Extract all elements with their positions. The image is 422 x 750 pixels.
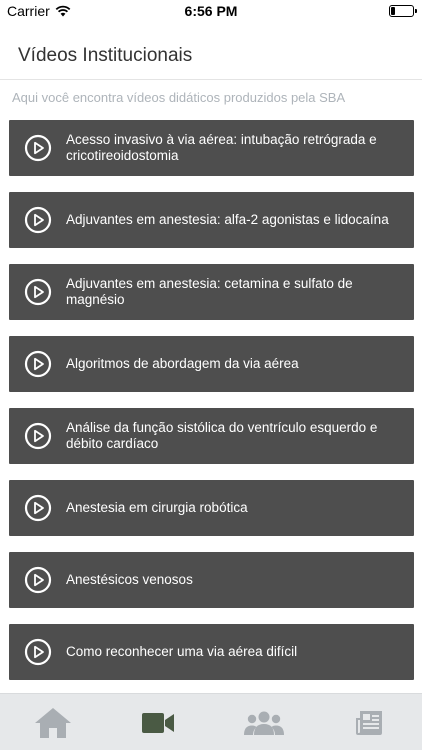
video-item[interactable]: Adjuvantes em anestesia: alfa-2 agonista… — [9, 192, 414, 248]
video-item[interactable]: Adjuvantes em anestesia: cetamina e sulf… — [9, 264, 414, 320]
video-item[interactable]: Algoritmos de abordagem da via aérea — [9, 336, 414, 392]
video-item[interactable]: Análise da função sistólica do ventrícul… — [9, 408, 414, 464]
nav-header: Vídeos Institucionais — [0, 22, 422, 80]
play-circle-icon — [24, 422, 52, 450]
tab-news[interactable] — [317, 694, 422, 750]
tab-videos[interactable] — [106, 694, 212, 750]
play-circle-icon — [24, 278, 52, 306]
video-list: Acesso invasivo à via aérea: intubação r… — [9, 120, 414, 696]
video-item[interactable]: Como reconhecer uma via aérea difícil — [9, 624, 414, 680]
status-bar: Carrier 6:56 PM — [0, 0, 422, 22]
video-title: Anestésicos venosos — [66, 572, 193, 587]
video-title: Adjuvantes em anestesia: cetamina e sulf… — [66, 276, 353, 307]
video-title: Como reconhecer uma via aérea difícil — [66, 644, 298, 659]
video-item[interactable]: Acesso invasivo à via aérea: intubação r… — [9, 120, 414, 176]
video-title: Adjuvantes em anestesia: alfa-2 agonista… — [66, 212, 389, 227]
play-circle-icon — [24, 494, 52, 522]
video-title: Análise da função sistólica do ventrícul… — [66, 420, 378, 451]
play-circle-icon — [24, 134, 52, 162]
video-item[interactable]: Anestésicos venosos — [9, 552, 414, 608]
play-circle-icon — [24, 638, 52, 666]
battery-fill — [391, 7, 396, 15]
video-title: Anestesia em cirurgia robótica — [66, 500, 248, 515]
video-camera-icon — [142, 712, 175, 733]
newspaper-icon — [356, 710, 383, 735]
page-title: Vídeos Institucionais — [18, 45, 193, 66]
tab-bar — [0, 693, 422, 750]
play-circle-icon — [24, 566, 52, 594]
group-icon — [243, 711, 284, 735]
home-icon — [34, 707, 71, 738]
battery-icon — [389, 5, 417, 17]
tab-community[interactable] — [211, 694, 317, 750]
status-time: 6:56 PM — [184, 3, 238, 19]
play-circle-icon — [24, 350, 52, 378]
play-circle-icon — [24, 206, 52, 234]
video-title: Acesso invasivo à via aérea: intubação r… — [66, 132, 377, 163]
video-title: Algoritmos de abordagem da via aérea — [66, 356, 299, 371]
tab-home[interactable] — [0, 694, 106, 750]
video-item[interactable]: Anestesia em cirurgia robótica — [9, 480, 414, 536]
page-subtitle: Aqui você encontra vídeos didáticos prod… — [12, 90, 346, 105]
